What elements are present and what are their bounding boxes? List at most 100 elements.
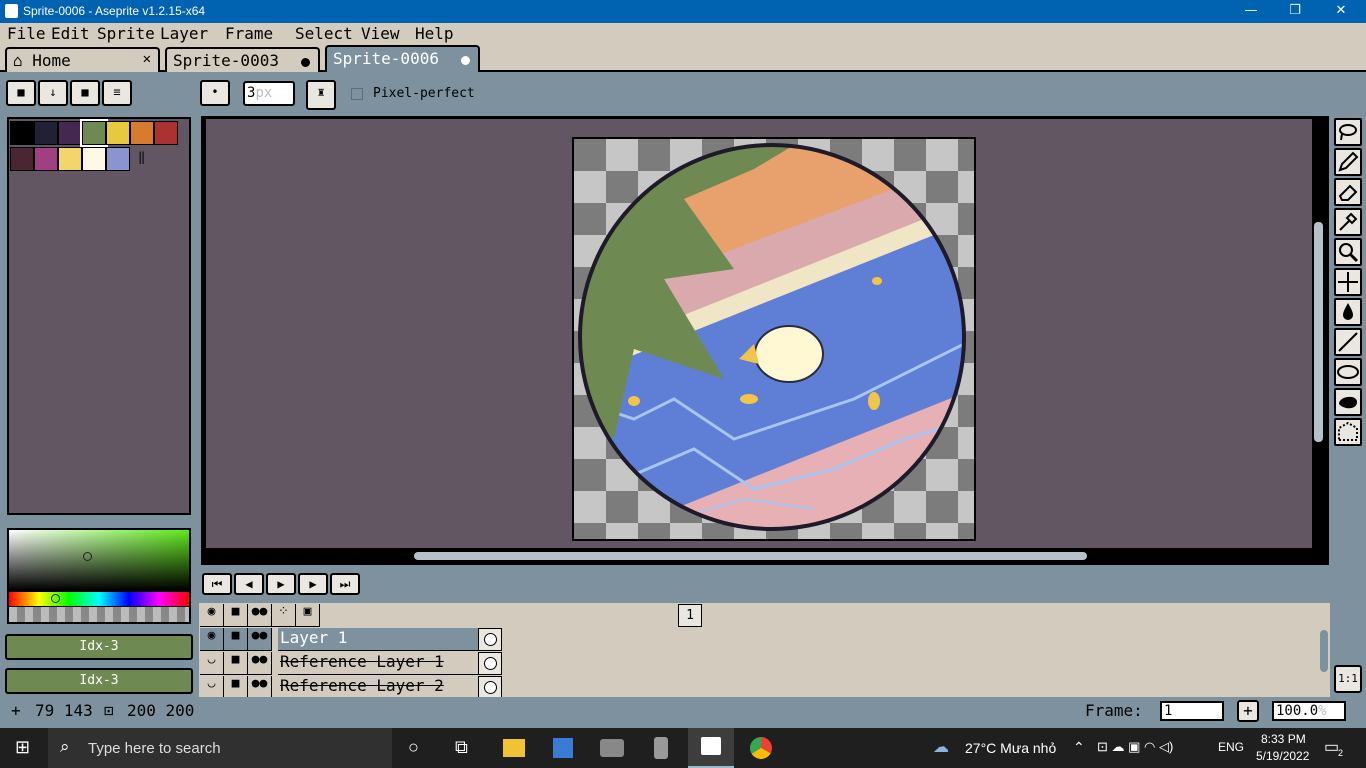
continuous-header-icon[interactable]: ●● — [248, 604, 272, 627]
aseprite-taskbar-button[interactable] — [688, 728, 734, 768]
layer-row[interactable]: ◡ ■ ●● Reference Layer 2 — [200, 676, 502, 699]
brush-type-button[interactable]: • — [200, 80, 230, 106]
palette-swatch[interactable] — [154, 121, 178, 145]
palette-swatch[interactable] — [10, 147, 34, 171]
saturation-value-box[interactable] — [9, 530, 189, 590]
close-window-button[interactable]: ✕ — [1318, 0, 1364, 23]
palette-swatch[interactable] — [58, 121, 82, 145]
palette-swatch[interactable] — [130, 121, 154, 145]
last-frame-button[interactable]: ⏭ — [330, 573, 360, 595]
cel-cell[interactable] — [478, 652, 502, 675]
minimize-button[interactable]: — — [1228, 0, 1274, 23]
palette-swatch[interactable] — [34, 121, 58, 145]
frame-header[interactable]: 1 — [678, 604, 702, 627]
next-frame-button[interactable]: ▶ — [298, 573, 328, 595]
palette-options-button[interactable]: ≡ — [102, 80, 132, 106]
palette-swatch[interactable] — [106, 147, 130, 171]
palette-sort-button[interactable]: ↓ — [38, 80, 68, 106]
menu-help[interactable]: Help — [415, 24, 454, 43]
cortana-icon[interactable]: ○ — [408, 737, 419, 758]
zoom-one-to-one-button[interactable]: 1:1 — [1334, 665, 1362, 693]
file-explorer-icon[interactable] — [503, 739, 525, 757]
eyedropper-tool-button[interactable] — [1334, 208, 1362, 236]
contour-tool-button[interactable] — [1334, 388, 1362, 416]
menu-frame[interactable]: Frame — [225, 24, 273, 43]
pencil-tool-button[interactable] — [1334, 148, 1362, 176]
store-icon[interactable] — [553, 738, 573, 758]
menu-view[interactable]: View — [361, 24, 400, 43]
play-button[interactable]: ▶ — [266, 573, 296, 595]
ellipse-tool-button[interactable] — [1334, 358, 1362, 386]
continuous-icon[interactable]: ●● — [248, 676, 272, 699]
task-view-icon[interactable]: ⧉ — [455, 737, 468, 758]
ink-type-button[interactable]: ♜ — [306, 80, 336, 110]
continuous-icon[interactable]: ●● — [248, 628, 272, 651]
visibility-header-icon[interactable]: ◉ — [200, 604, 224, 627]
palette-swatch[interactable] — [82, 147, 106, 171]
palette-swatch[interactable] — [58, 147, 82, 171]
tray-icons[interactable]: ⊡ ☁ ▣ ◠ ◁) — [1097, 739, 1173, 755]
lock-palette-button[interactable]: ■ — [6, 80, 36, 106]
tab-close-icon[interactable]: ✕ — [143, 51, 151, 67]
palette-presets-button[interactable]: ■ — [70, 80, 100, 106]
first-frame-button[interactable]: ⏮ — [202, 573, 232, 595]
vertical-scrollbar[interactable] — [1314, 222, 1323, 442]
lock-header-icon[interactable]: ■ — [224, 604, 248, 627]
lock-icon[interactable]: ■ — [224, 628, 248, 651]
cel-cell[interactable] — [478, 676, 502, 699]
zoom-tool-button[interactable] — [1334, 238, 1362, 266]
move-tool-button[interactable] — [1334, 268, 1362, 296]
clock-time[interactable]: 8:33 PM — [1261, 732, 1306, 746]
windows-start-icon[interactable]: ⊞ — [15, 737, 30, 758]
tab-sprite-0003[interactable]: Sprite-0003 — [165, 47, 320, 72]
previous-frame-button[interactable]: ◀ — [234, 573, 264, 595]
tab-home[interactable]: ⌂ Home ✕ — [5, 47, 160, 72]
continuous-icon[interactable]: ●● — [248, 652, 272, 675]
background-color-button[interactable]: Idx-3 — [5, 668, 193, 694]
eraser-tool-button[interactable] — [1334, 178, 1362, 206]
palette-swatch[interactable] — [106, 121, 130, 145]
notification-icon[interactable]: ▭ — [1324, 737, 1339, 757]
palette-swatch[interactable] — [80, 119, 108, 147]
sprite-canvas[interactable] — [572, 137, 976, 541]
palette-swatch[interactable] — [34, 147, 58, 171]
layer-row[interactable]: ◡ ■ ●● Reference Layer 1 — [200, 652, 502, 675]
line-tool-button[interactable] — [1334, 328, 1362, 356]
show-hidden-icons-icon[interactable]: ⌃ — [1073, 739, 1085, 756]
onion-skin-header-icon[interactable]: ▣ — [296, 604, 320, 627]
clock-date[interactable]: 5/19/2022 — [1256, 749, 1309, 763]
menu-file[interactable]: File — [7, 24, 46, 43]
layer-name[interactable]: Reference Layer 2 — [278, 676, 478, 699]
cel-cell[interactable] — [478, 628, 502, 651]
eye-closed-icon[interactable]: ◡ — [200, 652, 224, 675]
recorder-app-icon[interactable] — [654, 737, 668, 759]
menu-sprite[interactable]: Sprite — [97, 24, 155, 43]
menu-select[interactable]: Select — [295, 24, 353, 43]
paint-bucket-tool-button[interactable] — [1334, 298, 1362, 326]
hue-slider[interactable] — [9, 592, 189, 606]
pixel-perfect-checkbox[interactable] — [351, 88, 363, 100]
menu-edit[interactable]: Edit — [51, 24, 90, 43]
chrome-icon[interactable] — [750, 737, 772, 759]
eye-closed-icon[interactable]: ◡ — [200, 676, 224, 699]
taskbar-search-box[interactable]: ⌕ Type here to search — [48, 728, 392, 768]
horizontal-scrollbar[interactable] — [414, 552, 1087, 560]
layer-name[interactable]: Reference Layer 1 — [278, 652, 478, 675]
lasso-tool-button[interactable] — [1334, 118, 1362, 146]
timeline-scrollbar[interactable] — [1320, 630, 1328, 672]
lock-icon[interactable]: ■ — [224, 676, 248, 699]
new-frame-button[interactable]: + — [1237, 700, 1259, 722]
layer-name[interactable]: Layer 1 — [278, 628, 478, 651]
input-language[interactable]: ENG — [1218, 740, 1244, 754]
zoom-field[interactable]: 100.0% — [1272, 701, 1346, 721]
frame-number-field[interactable]: 1 — [1160, 701, 1224, 721]
link-header-icon[interactable]: ⁘ — [272, 604, 296, 627]
restore-button[interactable]: ❐ — [1272, 0, 1318, 23]
palette-swatch[interactable] — [10, 121, 34, 145]
menu-layer[interactable]: Layer — [160, 24, 208, 43]
alpha-slider[interactable] — [9, 607, 189, 622]
blur-tool-button[interactable] — [1334, 418, 1362, 446]
brush-size-field[interactable]: 3px — [243, 81, 295, 106]
tab-sprite-0006[interactable]: Sprite-0006 — [325, 45, 480, 72]
layer-row[interactable]: ◉ ■ ●● Layer 1 — [200, 628, 502, 651]
